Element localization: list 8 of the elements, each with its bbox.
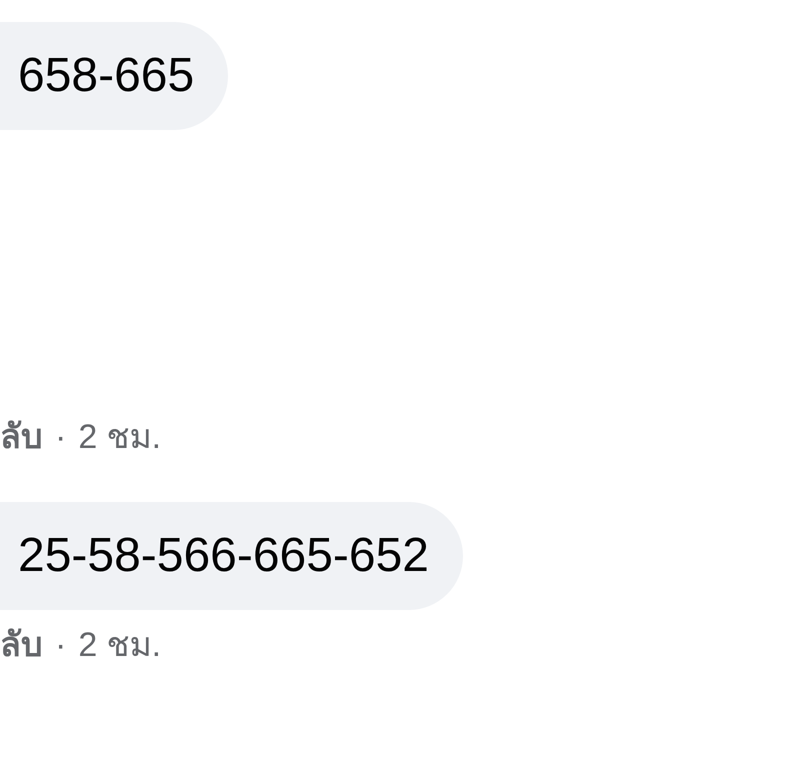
reply-link[interactable]: ลับ [0,420,43,454]
comment-text: 25-58-566-665-652 [18,528,429,584]
reply-link[interactable]: ลับ [0,628,43,662]
comment-text: 658-665 [18,48,194,104]
separator-dot: · [55,628,66,662]
comment-time: 2 ชม. [78,420,162,454]
comment-time: 2 ชม. [78,628,162,662]
separator-dot: · [55,420,66,454]
